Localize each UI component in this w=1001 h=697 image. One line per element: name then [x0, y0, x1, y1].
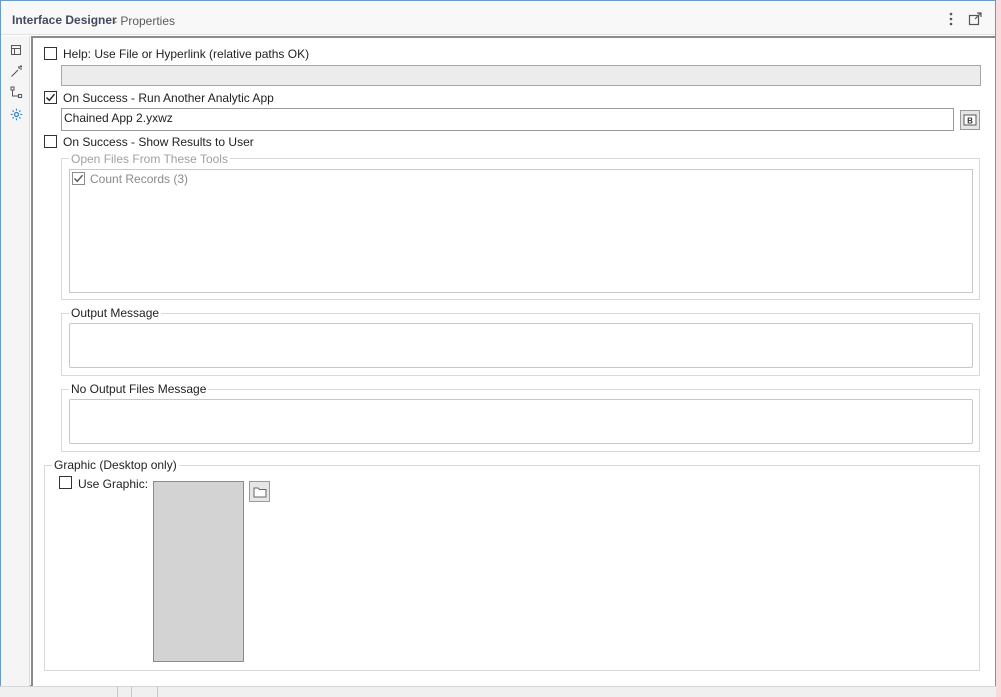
show-results-label: On Success - Show Results to User	[63, 135, 254, 149]
graphic-legend: Graphic (Desktop only)	[52, 458, 179, 472]
tool-label: Count Records (3)	[90, 172, 189, 186]
open-files-legend: Open Files From These Tools	[69, 152, 230, 166]
title-bar: Interface Designer - Properties	[1, 1, 995, 35]
tree-icon[interactable]	[7, 83, 25, 101]
more-options-icon[interactable]	[941, 9, 961, 29]
help-checkbox[interactable]	[44, 47, 57, 60]
help-path-input[interactable]	[61, 65, 981, 86]
browse-app-icon: B	[963, 114, 977, 126]
properties-panel: Help: Use File or Hyperlink (relative pa…	[31, 36, 995, 686]
graphic-preview	[153, 481, 244, 662]
bottom-strip	[0, 686, 996, 697]
use-graphic-label: Use Graphic:	[78, 477, 149, 491]
output-message-legend: Output Message	[69, 306, 162, 320]
help-label: Help: Use File or Hyperlink (relative pa…	[63, 47, 310, 61]
checkmark-icon	[46, 93, 56, 102]
svg-text:B: B	[967, 117, 973, 126]
window-subtitle: - Properties	[113, 14, 176, 28]
checkmark-icon	[74, 174, 84, 183]
browse-graphic-button[interactable]	[249, 481, 270, 502]
tools-listbox[interactable]: Count Records (3)	[69, 169, 973, 293]
background-edge	[996, 0, 1001, 697]
browse-app-button[interactable]: B	[960, 110, 980, 130]
folder-icon	[253, 487, 266, 497]
chained-app-input[interactable]: Chained App 2.yxwz	[61, 108, 954, 131]
output-message-textarea[interactable]	[69, 323, 973, 368]
properties-window: Interface Designer - Properties Help: Us…	[0, 0, 996, 686]
show-results-checkbox[interactable]	[44, 135, 57, 148]
no-output-message-textarea[interactable]	[69, 399, 973, 444]
run-app-checkbox[interactable]	[44, 91, 57, 104]
no-output-message-legend: No Output Files Message	[69, 382, 209, 396]
run-app-label: On Success - Run Another Analytic App	[63, 91, 274, 105]
use-graphic-checkbox[interactable]	[59, 476, 72, 489]
tool-checkbox[interactable]	[72, 172, 85, 185]
side-toolbar	[1, 36, 30, 686]
gear-icon[interactable]	[7, 105, 25, 123]
undock-icon[interactable]	[965, 9, 985, 29]
wand-icon[interactable]	[7, 62, 25, 80]
layout-icon[interactable]	[7, 41, 25, 59]
window-title: Interface Designer	[12, 13, 117, 27]
